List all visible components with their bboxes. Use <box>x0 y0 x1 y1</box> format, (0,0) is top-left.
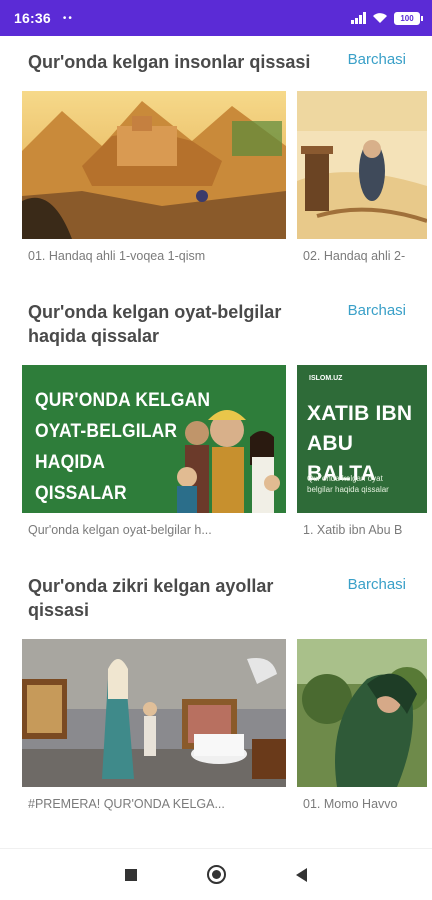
see-all-link[interactable]: Barchasi <box>348 300 406 322</box>
section-ayollar: Qur'onda zikri kelgan ayollar qissasi Ba… <box>0 574 432 622</box>
video-card[interactable]: #PREMERA! QUR'ONDA KELGA... <box>22 639 286 811</box>
video-caption: Qur'onda kelgan oyat-belgilar h... <box>28 523 212 537</box>
video-caption: #PREMERA! QUR'ONDA KELGA... <box>28 797 225 811</box>
card-row: QUR'ONDA KELGAN OYAT-BELGILAR HAQIDA QIS… <box>22 365 432 550</box>
see-all-link[interactable]: Barchasi <box>348 574 406 596</box>
video-caption: 01. Momo Havvo <box>303 797 398 811</box>
signal-icon <box>351 12 366 24</box>
section-insonlar: Qur'onda kelgan insonlar qissasi Barchas… <box>0 48 432 74</box>
video-caption: 02. Handaq ahli 2- <box>303 249 406 263</box>
notification-dots: •• <box>62 12 74 24</box>
wifi-icon <box>373 13 387 23</box>
video-card[interactable]: ISLOM.UZ XATIB IBN ABU BALTA Qur'onda ke… <box>297 365 427 537</box>
video-thumbnail[interactable] <box>297 91 427 239</box>
card-row: 01. Handaq ahli 1-voqea 1-qism 02. Handa… <box>22 91 432 276</box>
video-thumbnail[interactable]: ISLOM.UZ XATIB IBN ABU BALTA Qur'onda ke… <box>297 365 427 513</box>
system-nav-bar <box>0 848 432 900</box>
battery-level: 100 <box>400 13 414 23</box>
back-icon[interactable] <box>296 867 307 882</box>
video-card[interactable]: 01. Momo Havvo <box>297 639 427 811</box>
section-header: Qur'onda kelgan insonlar qissasi Barchas… <box>0 48 432 74</box>
status-time: 16:36 <box>14 10 51 26</box>
home-icon[interactable] <box>207 865 226 884</box>
video-thumbnail[interactable] <box>297 639 427 787</box>
section-oyat-belgilar: Qur'onda kelgan oyat-belgilar haqida qis… <box>0 300 432 348</box>
video-caption: 01. Handaq ahli 1-voqea 1-qism <box>28 249 206 263</box>
see-all-link[interactable]: Barchasi <box>348 49 406 71</box>
section-title: Qur'onda zikri kelgan ayollar qissasi <box>28 576 274 620</box>
video-caption: 1. Xatib ibn Abu B <box>303 523 403 537</box>
section-header: Qur'onda kelgan oyat-belgilar haqida qis… <box>0 300 432 348</box>
section-title: Qur'onda kelgan insonlar qissasi <box>28 52 311 72</box>
video-card[interactable]: 01. Handaq ahli 1-voqea 1-qism <box>22 91 286 263</box>
thumbnail-subtitle: Qur'onda kelgan oyat belgilar haqida qis… <box>307 474 389 494</box>
status-icons: 100 <box>351 11 423 25</box>
battery-icon: 100 <box>394 11 423 25</box>
status-bar: 16:36 •• 100 <box>0 0 432 36</box>
recents-icon[interactable] <box>125 868 137 881</box>
video-thumbnail[interactable] <box>22 639 286 787</box>
video-thumbnail[interactable] <box>22 91 286 239</box>
card-row: #PREMERA! QUR'ONDA KELGA... 01. Momo Hav… <box>22 639 432 824</box>
video-thumbnail[interactable]: QUR'ONDA KELGAN OYAT-BELGILAR HAQIDA QIS… <box>22 365 286 513</box>
brand-logo: ISLOM.UZ <box>309 375 343 382</box>
section-title: Qur'onda kelgan oyat-belgilar haqida qis… <box>28 302 282 346</box>
video-card[interactable]: QUR'ONDA KELGAN OYAT-BELGILAR HAQIDA QIS… <box>22 365 286 537</box>
section-header: Qur'onda zikri kelgan ayollar qissasi Ba… <box>0 574 432 622</box>
video-card[interactable]: 02. Handaq ahli 2- <box>297 91 427 263</box>
